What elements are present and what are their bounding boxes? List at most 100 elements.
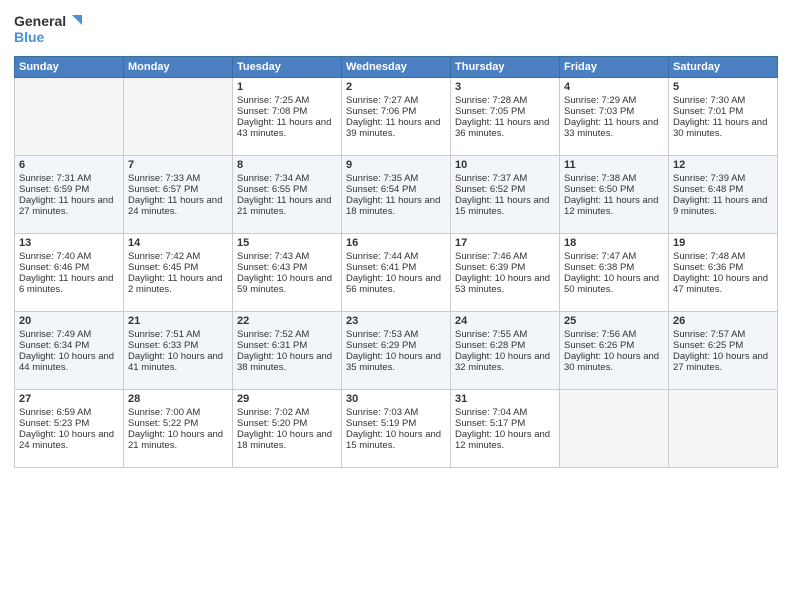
sunrise-text: Sunrise: 7:48 AM [673,251,745,262]
day-cell: 27Sunrise: 6:59 AMSunset: 5:23 PMDayligh… [15,390,124,468]
daylight-text: Daylight: 11 hours and 30 minutes. [673,117,767,139]
sunrise-text: Sunrise: 7:33 AM [128,173,200,184]
logo: General Blue [14,10,84,50]
sunset-text: Sunset: 6:25 PM [673,340,743,351]
daylight-text: Daylight: 11 hours and 9 minutes. [673,195,767,217]
header: General Blue [14,10,778,50]
daylight-text: Daylight: 11 hours and 27 minutes. [19,195,113,217]
daylight-text: Daylight: 11 hours and 36 minutes. [455,117,549,139]
calendar-page: General Blue SundayMondayTuesdayWednesda… [0,0,792,612]
daylight-text: Daylight: 10 hours and 44 minutes. [19,351,114,373]
sunrise-text: Sunrise: 7:28 AM [455,95,527,106]
day-cell: 19Sunrise: 7:48 AMSunset: 6:36 PMDayligh… [669,234,778,312]
sunrise-text: Sunrise: 7:31 AM [19,173,91,184]
sunrise-text: Sunrise: 7:25 AM [237,95,309,106]
sunset-text: Sunset: 6:34 PM [19,340,89,351]
sunrise-text: Sunrise: 7:04 AM [455,407,527,418]
daylight-text: Daylight: 10 hours and 21 minutes. [128,429,223,451]
daylight-text: Daylight: 11 hours and 33 minutes. [564,117,658,139]
sunset-text: Sunset: 6:38 PM [564,262,634,273]
daylight-text: Daylight: 10 hours and 24 minutes. [19,429,114,451]
sunrise-text: Sunrise: 7:35 AM [346,173,418,184]
day-number: 15 [237,237,337,249]
week-row-1: 1Sunrise: 7:25 AMSunset: 7:08 PMDaylight… [15,78,778,156]
day-cell: 3Sunrise: 7:28 AMSunset: 7:05 PMDaylight… [451,78,560,156]
header-wednesday: Wednesday [342,57,451,78]
header-tuesday: Tuesday [233,57,342,78]
day-number: 17 [455,237,555,249]
daylight-text: Daylight: 10 hours and 59 minutes. [237,273,332,295]
day-cell: 9Sunrise: 7:35 AMSunset: 6:54 PMDaylight… [342,156,451,234]
day-number: 16 [346,237,446,249]
sunrise-text: Sunrise: 7:39 AM [673,173,745,184]
daylight-text: Daylight: 10 hours and 32 minutes. [455,351,550,373]
sunset-text: Sunset: 6:36 PM [673,262,743,273]
day-number: 31 [455,393,555,405]
day-cell: 18Sunrise: 7:47 AMSunset: 6:38 PMDayligh… [560,234,669,312]
header-thursday: Thursday [451,57,560,78]
daylight-text: Daylight: 10 hours and 35 minutes. [346,351,441,373]
day-number: 2 [346,81,446,93]
sunset-text: Sunset: 6:55 PM [237,184,307,195]
day-cell: 17Sunrise: 7:46 AMSunset: 6:39 PMDayligh… [451,234,560,312]
sunset-text: Sunset: 7:03 PM [564,106,634,117]
sunrise-text: Sunrise: 7:40 AM [19,251,91,262]
day-cell: 11Sunrise: 7:38 AMSunset: 6:50 PMDayligh… [560,156,669,234]
day-cell [15,78,124,156]
day-cell: 21Sunrise: 7:51 AMSunset: 6:33 PMDayligh… [124,312,233,390]
sunrise-text: Sunrise: 7:38 AM [564,173,636,184]
sunrise-text: Sunrise: 7:37 AM [455,173,527,184]
sunset-text: Sunset: 5:22 PM [128,418,198,429]
day-cell: 1Sunrise: 7:25 AMSunset: 7:08 PMDaylight… [233,78,342,156]
sunset-text: Sunset: 5:17 PM [455,418,525,429]
sunset-text: Sunset: 6:39 PM [455,262,525,273]
sunset-text: Sunset: 6:29 PM [346,340,416,351]
day-cell: 29Sunrise: 7:02 AMSunset: 5:20 PMDayligh… [233,390,342,468]
day-number: 10 [455,159,555,171]
daylight-text: Daylight: 10 hours and 15 minutes. [346,429,441,451]
day-cell: 28Sunrise: 7:00 AMSunset: 5:22 PMDayligh… [124,390,233,468]
sunrise-text: Sunrise: 7:55 AM [455,329,527,340]
daylight-text: Daylight: 11 hours and 18 minutes. [346,195,440,217]
sunset-text: Sunset: 7:08 PM [237,106,307,117]
day-cell: 30Sunrise: 7:03 AMSunset: 5:19 PMDayligh… [342,390,451,468]
day-number: 29 [237,393,337,405]
sunrise-text: Sunrise: 7:27 AM [346,95,418,106]
day-number: 4 [564,81,664,93]
week-row-2: 6Sunrise: 7:31 AMSunset: 6:59 PMDaylight… [15,156,778,234]
sunrise-text: Sunrise: 6:59 AM [19,407,91,418]
day-number: 27 [19,393,119,405]
day-cell: 7Sunrise: 7:33 AMSunset: 6:57 PMDaylight… [124,156,233,234]
day-cell: 2Sunrise: 7:27 AMSunset: 7:06 PMDaylight… [342,78,451,156]
sunrise-text: Sunrise: 7:02 AM [237,407,309,418]
week-row-4: 20Sunrise: 7:49 AMSunset: 6:34 PMDayligh… [15,312,778,390]
sunset-text: Sunset: 6:43 PM [237,262,307,273]
sunrise-text: Sunrise: 7:42 AM [128,251,200,262]
day-cell: 13Sunrise: 7:40 AMSunset: 6:46 PMDayligh… [15,234,124,312]
sunrise-text: Sunrise: 7:03 AM [346,407,418,418]
sunset-text: Sunset: 6:31 PM [237,340,307,351]
sunset-text: Sunset: 6:50 PM [564,184,634,195]
day-cell: 10Sunrise: 7:37 AMSunset: 6:52 PMDayligh… [451,156,560,234]
day-number: 7 [128,159,228,171]
day-cell: 6Sunrise: 7:31 AMSunset: 6:59 PMDaylight… [15,156,124,234]
day-cell: 23Sunrise: 7:53 AMSunset: 6:29 PMDayligh… [342,312,451,390]
day-number: 8 [237,159,337,171]
sunset-text: Sunset: 7:01 PM [673,106,743,117]
week-row-5: 27Sunrise: 6:59 AMSunset: 5:23 PMDayligh… [15,390,778,468]
day-cell: 26Sunrise: 7:57 AMSunset: 6:25 PMDayligh… [669,312,778,390]
daylight-text: Daylight: 11 hours and 39 minutes. [346,117,440,139]
day-cell: 4Sunrise: 7:29 AMSunset: 7:03 PMDaylight… [560,78,669,156]
sunrise-text: Sunrise: 7:34 AM [237,173,309,184]
day-number: 19 [673,237,773,249]
sunset-text: Sunset: 5:19 PM [346,418,416,429]
daylight-text: Daylight: 10 hours and 38 minutes. [237,351,332,373]
day-number: 18 [564,237,664,249]
sunset-text: Sunset: 6:59 PM [19,184,89,195]
sunset-text: Sunset: 6:45 PM [128,262,198,273]
daylight-text: Daylight: 10 hours and 18 minutes. [237,429,332,451]
day-cell: 14Sunrise: 7:42 AMSunset: 6:45 PMDayligh… [124,234,233,312]
sunset-text: Sunset: 6:46 PM [19,262,89,273]
sunset-text: Sunset: 6:57 PM [128,184,198,195]
daylight-text: Daylight: 11 hours and 6 minutes. [19,273,113,295]
